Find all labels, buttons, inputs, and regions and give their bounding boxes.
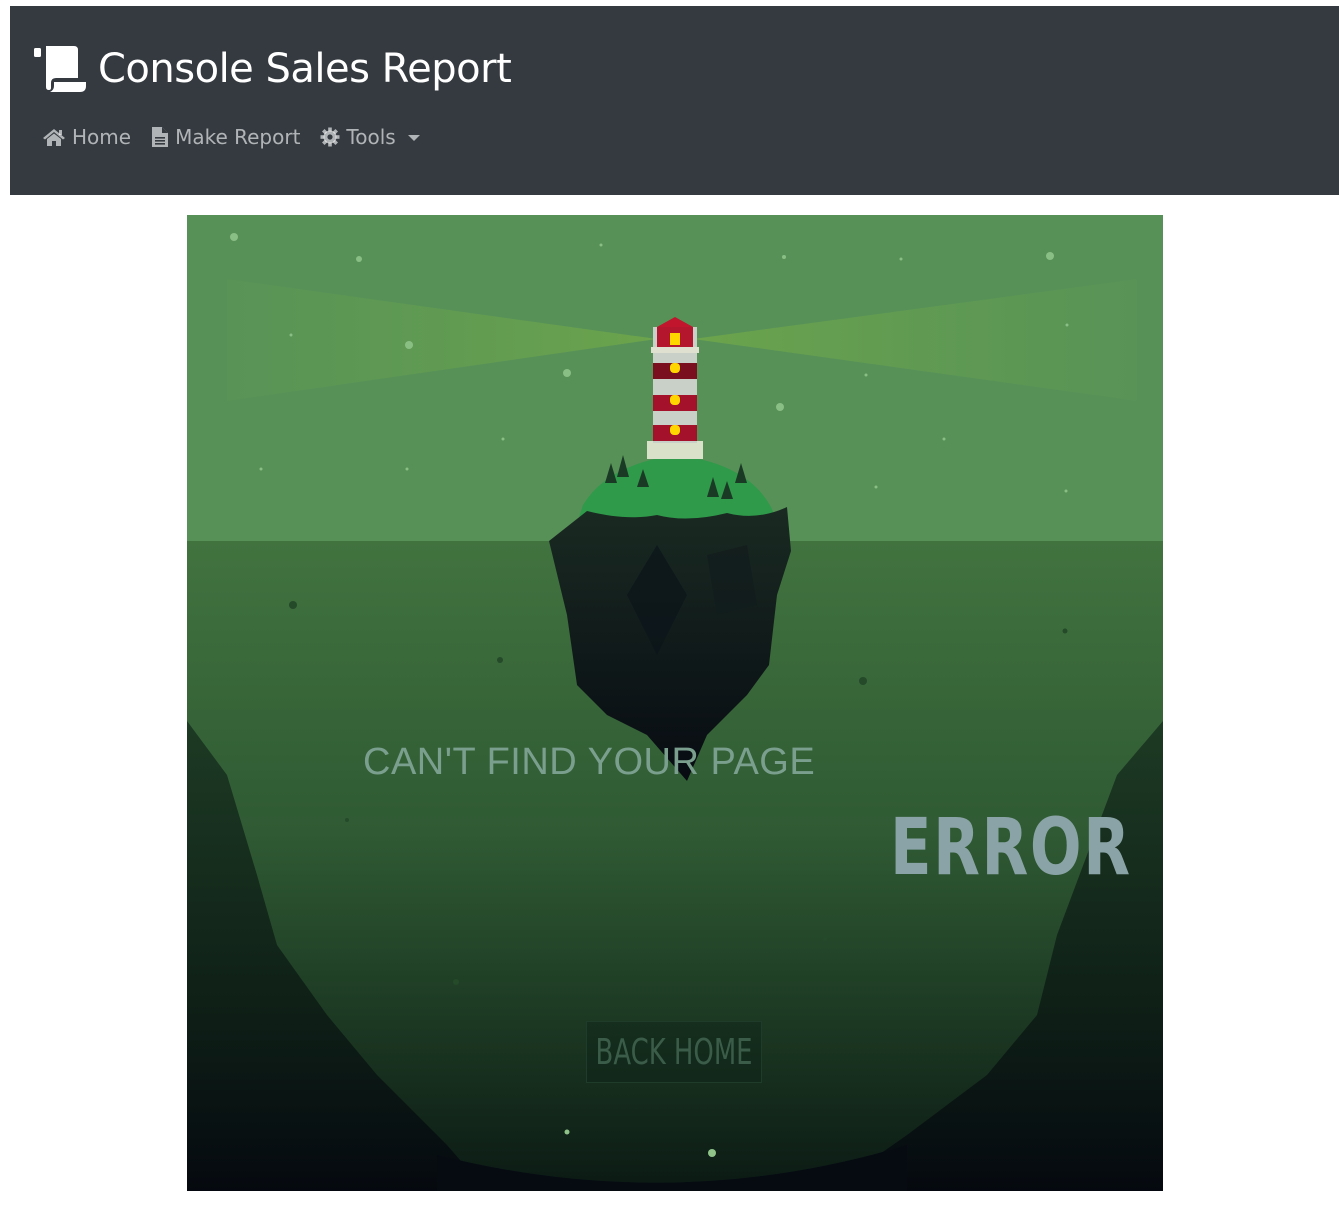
nav-tools-label: Tools (346, 125, 396, 149)
nav-make-report-label: Make Report (175, 125, 301, 149)
error-title: ERROR (890, 803, 1132, 893)
scroll-icon (34, 46, 86, 92)
error-message: CAN'T FIND YOUR PAGE (363, 741, 816, 783)
gear-icon (320, 127, 340, 147)
brand[interactable]: Console Sales Report (34, 44, 512, 94)
nav-tools-dropdown[interactable]: Tools (320, 125, 420, 149)
nav-home-label: Home (72, 125, 132, 149)
file-icon (152, 127, 169, 147)
main-nav: Home Make Report Tools (42, 125, 440, 149)
nav-make-report[interactable]: Make Report (151, 125, 300, 149)
navbar: Console Sales Report Home Make Report To… (10, 6, 1339, 195)
back-home-button[interactable]: BACK HOME (586, 1021, 762, 1083)
error-illustration: CAN'T FIND YOUR PAGE ERROR BACK HOME (187, 215, 1163, 1191)
brand-title: Console Sales Report (98, 46, 512, 92)
home-icon (43, 129, 65, 146)
chevron-down-icon (407, 135, 420, 141)
nav-home[interactable]: Home (42, 125, 131, 149)
back-home-label: BACK HOME (595, 1031, 753, 1073)
